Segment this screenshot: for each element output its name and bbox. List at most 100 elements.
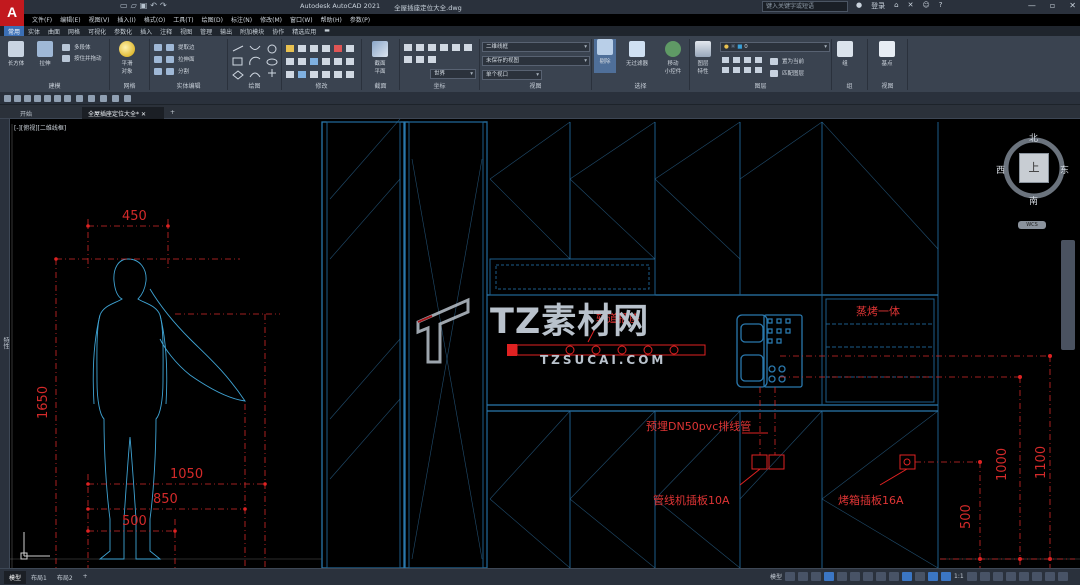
polysolid-button[interactable]: 多段体 [62,43,91,51]
gizmo-button[interactable]: 移动 小控件 [660,41,686,75]
menu-item[interactable]: 视图(V) [85,14,114,25]
new-icon[interactable]: ▭ [120,1,128,10]
undo-icon[interactable]: ↶ [150,1,157,10]
ortho-icon[interactable] [811,572,822,581]
base-view-button[interactable]: 基点 [876,41,898,67]
ribbon-tab[interactable]: 实体 [24,26,44,36]
osnap-icon[interactable] [863,572,874,581]
search-input[interactable]: 键入关键字或短语 [762,1,848,12]
exchange-icon[interactable]: ✕ [908,1,914,11]
app-logo[interactable]: A [0,0,24,26]
menu-item[interactable]: 帮助(H) [317,14,346,25]
draw-tools-icons[interactable] [230,43,284,83]
saved-view-select[interactable]: 未保存的视图 [482,56,590,66]
plot-icon[interactable] [76,95,83,102]
snap-icon[interactable] [798,572,809,581]
annotation-scale[interactable]: 1:1 [954,573,964,580]
layout-tab[interactable]: + [78,571,93,584]
ribbon-tab[interactable]: 曲面 [44,26,64,36]
people-icon[interactable]: ☺ [922,1,929,11]
isolate-icon[interactable] [1018,572,1029,581]
workspace-icon[interactable] [966,572,977,581]
viewcube-south[interactable]: 南 [1029,194,1038,207]
menu-item[interactable]: 绘图(D) [198,14,227,25]
properties-palette-strip[interactable]: 特性 [0,119,10,568]
new-file-icon[interactable] [4,95,11,102]
close-tab-icon[interactable]: ✕ [141,111,146,118]
navigation-bar[interactable] [1061,240,1075,350]
save-file-icon[interactable] [24,95,31,102]
quick-properties-icon[interactable] [1005,572,1016,581]
annotation-monitor-icon[interactable] [979,572,990,581]
selection-cycling-icon[interactable] [902,572,913,581]
save-icon[interactable]: ▣ [140,1,148,10]
cart-icon[interactable]: ⌂ [894,1,898,11]
ribbon-tab[interactable]: 视图 [176,26,196,36]
model-space-toggle[interactable]: 模型 [770,572,782,581]
visual-style-select[interactable]: 二维线框 [482,42,590,52]
group-button[interactable]: 组 [834,41,856,67]
presspull-button[interactable]: 按住并拖动 [62,54,102,62]
close-icon[interactable]: ✕ [1069,1,1076,10]
wcs-menu[interactable]: WCS [1018,221,1046,229]
viewcube-east[interactable]: 东 [1060,163,1069,176]
annotation-visibility-icon[interactable] [928,572,939,581]
smooth-object-button[interactable]: 平滑 对象 [116,41,138,75]
filter-button[interactable]: 无过滤器 [622,41,652,67]
tab-add[interactable]: + [164,107,181,119]
ribbon-tab[interactable]: 插入 [136,26,156,36]
extract-edges-button[interactable]: 提取边 [154,43,195,51]
menu-item[interactable]: 插入(I) [113,14,139,25]
auto-scale-icon[interactable] [941,572,952,581]
lineweight-icon[interactable] [876,572,887,581]
layout-tab[interactable]: 模型 [4,571,27,584]
web-save-icon[interactable] [64,95,71,102]
viewport-controls[interactable]: [-][俯视][二维线框] [14,123,66,132]
ribbon-tab[interactable]: 注释 [156,26,176,36]
separate-button[interactable]: 分割 [154,67,189,75]
menu-item[interactable]: 格式(O) [140,14,169,25]
ribbon-tab[interactable]: 参数化 [110,26,136,36]
extrude-button[interactable]: 拉伸 [34,41,56,67]
save-as-icon[interactable] [34,95,41,102]
web-icon[interactable] [44,95,51,102]
login-link[interactable]: 登录 [871,1,885,11]
ribbon-tab[interactable]: 可视化 [84,26,110,36]
menu-item[interactable]: 参数(P) [346,14,374,25]
ribbon-toggle-icon[interactable]: ▬ [320,26,334,36]
share-icon[interactable] [112,95,119,102]
box-button[interactable]: 长方体 [5,41,27,67]
minimize-icon[interactable]: — [1028,1,1036,10]
viewcube-west[interactable]: 西 [996,163,1005,176]
ucs-world-select[interactable]: 世界 [430,69,476,79]
ribbon-tab[interactable]: 精选应用 [288,26,320,36]
3d-osnap-icon[interactable] [915,572,926,581]
maximize-icon[interactable]: ▫ [1050,1,1055,10]
ribbon-tab[interactable]: 管理 [196,26,216,36]
layer-properties-button[interactable]: 图层 特性 [692,41,714,75]
ribbon-tab[interactable]: 常用 [4,26,25,36]
graphics-icon[interactable] [1031,572,1042,581]
ribbon-tab[interactable]: 网格 [64,26,84,36]
transparency-icon[interactable] [889,572,900,581]
ribbon-tab[interactable]: 附加模块 [236,26,268,36]
polar-icon[interactable] [824,572,835,581]
redo-tool-icon[interactable] [100,95,107,102]
layout-tab[interactable]: 布局1 [26,571,52,584]
open-icon[interactable]: ▱ [131,1,137,10]
section-plane-button[interactable]: 截面 平面 [369,41,391,75]
viewcube-top-face[interactable]: 上 [1019,153,1049,183]
osnap-track-icon[interactable] [850,572,861,581]
layer-select[interactable]: ● ☼ ■ 0 [720,42,830,52]
extrude-faces-button[interactable]: 拉伸面 [154,55,195,63]
customize-icon[interactable] [1057,572,1068,581]
tab-start[interactable]: 开始 [14,107,38,119]
grid-icon[interactable] [785,572,796,581]
culling-button[interactable]: 剔除 [594,39,616,73]
open-file-icon[interactable] [14,95,21,102]
user-icon[interactable]: ● [856,1,862,11]
redo-icon[interactable]: ↷ [160,1,167,10]
menu-item[interactable]: 文件(F) [28,14,56,25]
web-open-icon[interactable] [54,95,61,102]
modify-tools-icons[interactable] [284,43,364,83]
